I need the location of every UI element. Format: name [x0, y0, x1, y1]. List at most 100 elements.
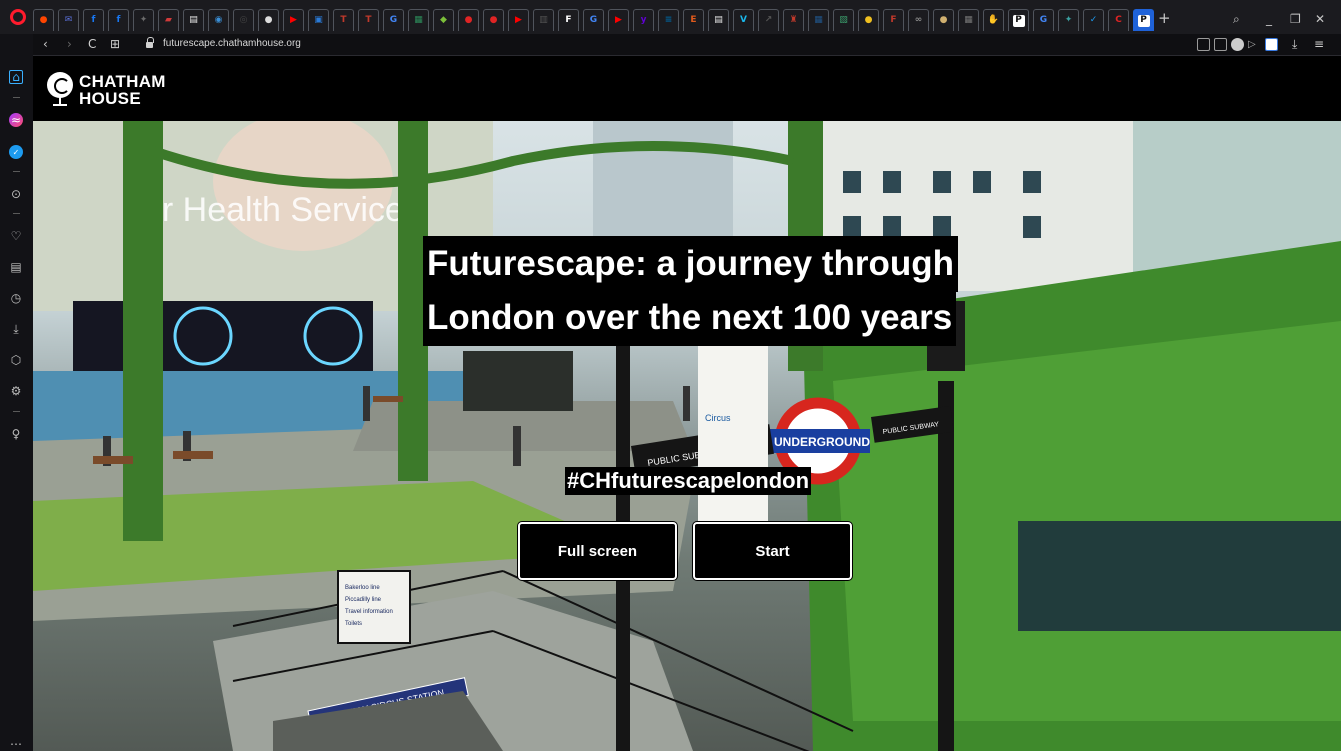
- home-icon[interactable]: ⌂: [9, 70, 23, 84]
- title-line-2: London over the next 100 years: [423, 290, 957, 346]
- browser-tab[interactable]: ↗: [758, 9, 779, 31]
- restore-button[interactable]: ❐: [1290, 12, 1301, 26]
- youtube-icon: ▶: [615, 15, 622, 25]
- url-field[interactable]: futurescape.chathamhouse.org: [163, 38, 301, 49]
- browser-tab[interactable]: ●: [458, 9, 479, 31]
- vpn-shield-icon[interactable]: [1231, 38, 1244, 51]
- browser-tab[interactable]: ▦: [808, 9, 829, 31]
- downloads-icon[interactable]: ⤓: [9, 322, 23, 336]
- fullscreen-button[interactable]: Full screen: [518, 522, 677, 580]
- messenger-icon[interactable]: ≈: [9, 113, 23, 127]
- download-icon[interactable]: ⤓: [1292, 37, 1297, 52]
- browser-tab[interactable]: ▥: [533, 9, 554, 31]
- browser-tab[interactable]: ✓: [1083, 9, 1104, 31]
- browser-tab[interactable]: ▣: [308, 9, 329, 31]
- back-button[interactable]: ‹: [43, 37, 48, 51]
- browser-tab[interactable]: ◉: [208, 9, 229, 31]
- google-icon: G: [1039, 15, 1048, 25]
- browser-tab[interactable]: ✋: [983, 9, 1004, 31]
- side-screen: [1018, 521, 1341, 631]
- browser-tab[interactable]: ◎: [233, 9, 254, 31]
- sign-line-1: Bakerloo line: [345, 585, 380, 591]
- minimize-button[interactable]: _: [1266, 12, 1272, 26]
- logo-text-line2: HOUSE: [79, 89, 141, 108]
- letter-f-icon: F: [565, 15, 572, 25]
- send-icon[interactable]: ▷: [1248, 38, 1261, 51]
- browser-tab[interactable]: ▤: [183, 9, 204, 31]
- speed-dial-button[interactable]: ⊞: [110, 37, 120, 51]
- snapshot-icon[interactable]: [1197, 38, 1210, 51]
- twitter-icon[interactable]: ✓: [9, 145, 23, 159]
- browser-tab[interactable]: ▦: [408, 9, 429, 31]
- browser-tab[interactable]: G: [383, 9, 404, 31]
- youtube-icon: ▶: [290, 15, 297, 25]
- browser-tab[interactable]: P: [1008, 9, 1029, 31]
- reload-button[interactable]: C: [88, 37, 96, 51]
- heart-icon[interactable]: ♡: [9, 229, 23, 243]
- browser-tab[interactable]: ●: [933, 9, 954, 31]
- lock-icon[interactable]: [146, 37, 154, 49]
- browser-tab[interactable]: T: [333, 9, 354, 31]
- browser-tab[interactable]: ♜: [783, 9, 804, 31]
- browser-tab[interactable]: ≡: [658, 9, 679, 31]
- browser-tab[interactable]: ▶: [608, 9, 629, 31]
- news-icon[interactable]: ▤: [9, 260, 23, 274]
- browser-tab[interactable]: V: [733, 9, 754, 31]
- browser-tab[interactable]: T: [358, 9, 379, 31]
- browser-tab[interactable]: ●: [483, 9, 504, 31]
- browser-tab[interactable]: ✦: [1058, 9, 1079, 31]
- browser-tab[interactable]: ▰: [158, 9, 179, 31]
- browser-tab[interactable]: ●: [858, 9, 879, 31]
- browser-tab[interactable]: G: [1033, 9, 1054, 31]
- history-icon[interactable]: ◷: [9, 291, 23, 305]
- sidebar-divider: [13, 411, 20, 412]
- browser-tab[interactable]: E: [683, 9, 704, 31]
- tab-search-icon[interactable]: ⌕: [1233, 12, 1240, 27]
- direction-sign: [337, 570, 411, 644]
- underground-text: UNDERGROUND: [774, 435, 870, 449]
- forward-button[interactable]: ›: [67, 37, 72, 51]
- new-tab-button[interactable]: +: [1158, 9, 1171, 27]
- camera-icon[interactable]: [1214, 38, 1227, 51]
- browser-tab[interactable]: ▧: [833, 9, 854, 31]
- browser-tab[interactable]: F: [558, 9, 579, 31]
- browser-tab[interactable]: ▶: [283, 9, 304, 31]
- cube-icon[interactable]: ⬡: [9, 353, 23, 367]
- browser-tab[interactable]: ◆: [433, 9, 454, 31]
- pinterest-icon: P: [1012, 14, 1025, 27]
- player-icon[interactable]: ⊙: [9, 187, 23, 201]
- grid-icon: ▦: [964, 15, 973, 25]
- puzzle-icon: ✦: [139, 15, 148, 25]
- bitwarden-icon[interactable]: [1265, 38, 1278, 51]
- browser-tab[interactable]: ▶: [508, 9, 529, 31]
- address-bar: ‹ › C ⊞ futurescape.chathamhouse.org ▷ ⤓…: [33, 34, 1341, 56]
- browser-tab[interactable]: F: [883, 9, 904, 31]
- browser-tab[interactable]: y: [633, 9, 654, 31]
- opera-logo-icon[interactable]: [10, 9, 26, 25]
- mail-icon: ✉: [64, 15, 73, 25]
- settings-icon[interactable]: ⚙: [9, 384, 23, 398]
- browser-tab[interactable]: ∞: [908, 9, 929, 31]
- bulb-icon[interactable]: ♀: [9, 427, 23, 441]
- photo-icon: ▦: [414, 15, 423, 25]
- hashtag: #CHfuturescapelondon: [565, 467, 812, 495]
- start-button[interactable]: Start: [693, 522, 852, 580]
- browser-tab[interactable]: ✦: [133, 9, 154, 31]
- browser-tab[interactable]: f: [108, 9, 129, 31]
- chart-icon: ↗: [764, 15, 773, 25]
- bird-icon: ✦: [1064, 15, 1073, 25]
- browser-tab[interactable]: ●: [33, 9, 54, 31]
- browser-tab[interactable]: ▤: [708, 9, 729, 31]
- browser-tab[interactable]: ●: [258, 9, 279, 31]
- browser-tab[interactable]: ✉: [58, 9, 79, 31]
- browser-tab[interactable]: C: [1108, 9, 1129, 31]
- close-button[interactable]: ✕: [1315, 12, 1325, 26]
- browser-tab[interactable]: ▦: [958, 9, 979, 31]
- link-icon: ∞: [914, 15, 923, 25]
- browser-tab[interactable]: P: [1133, 9, 1154, 31]
- browser-tab[interactable]: f: [83, 9, 104, 31]
- sign-line-2: Piccadilly line: [345, 597, 382, 603]
- more-icon[interactable]: …: [9, 734, 23, 748]
- browser-tab[interactable]: G: [583, 9, 604, 31]
- easy-setup-menu-icon[interactable]: ≡: [1314, 37, 1324, 51]
